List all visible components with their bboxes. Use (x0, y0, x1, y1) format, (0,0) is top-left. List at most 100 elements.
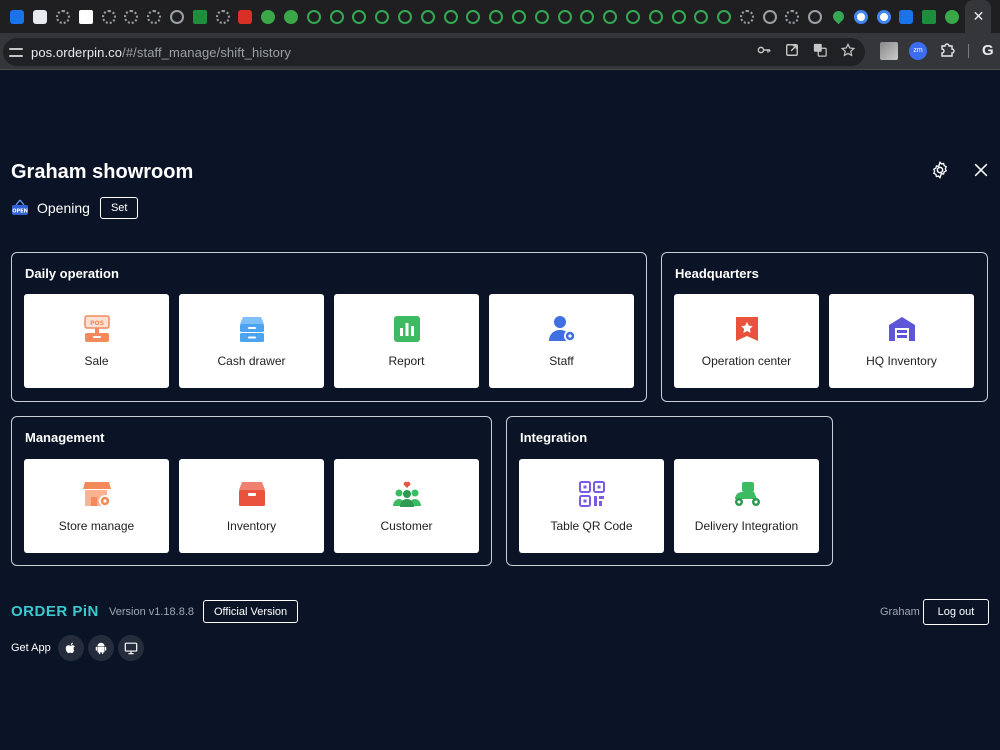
upwork-favicon-icon (945, 9, 960, 24)
hq-inventory-icon (888, 317, 915, 341)
browser-tab[interactable] (188, 0, 211, 33)
browser-tab[interactable] (394, 0, 417, 33)
cash-drawer-card[interactable]: Cash drawer (179, 294, 324, 388)
report-card[interactable]: Report (334, 294, 479, 388)
browser-tab[interactable] (827, 0, 850, 33)
browser-tab[interactable] (576, 0, 599, 33)
browser-tab[interactable] (166, 0, 189, 33)
loading-favicon-icon (124, 9, 139, 24)
browser-tab[interactable] (895, 0, 918, 33)
browser-tab[interactable] (941, 0, 964, 33)
browser-tab[interactable] (758, 0, 781, 33)
bookmark-star-icon[interactable] (840, 42, 856, 57)
browser-tab[interactable] (872, 0, 895, 33)
browser-tab[interactable] (416, 0, 439, 33)
card-label: Delivery Integration (694, 519, 799, 533)
password-key-icon[interactable] (757, 43, 771, 57)
browser-tab[interactable] (849, 0, 872, 33)
card-label: Sale (84, 354, 109, 368)
browser-tab[interactable] (485, 0, 508, 33)
inventory-card[interactable]: Inventory (179, 459, 324, 553)
url-field[interactable]: pos.orderpin.co/#/staff_manage/shift_his… (3, 38, 865, 66)
browser-tab[interactable] (6, 0, 29, 33)
browser-tab[interactable] (553, 0, 576, 33)
browser-tab[interactable] (439, 0, 462, 33)
operation-center-icon (735, 317, 758, 341)
browser-tab[interactable] (325, 0, 348, 33)
browser-tab[interactable] (462, 0, 485, 33)
browser-tab-active[interactable]: ✕ (965, 0, 992, 33)
sheets-favicon-icon (192, 9, 207, 24)
browser-tab[interactable] (302, 0, 325, 33)
browser-tab[interactable] (280, 0, 303, 33)
table-qr-code-card[interactable]: Table QR Code (519, 459, 664, 553)
loading-favicon-icon (557, 9, 572, 24)
operation-center-card[interactable]: Operation center (674, 294, 819, 388)
desktop-app-button[interactable] (118, 635, 144, 661)
loading-favicon-icon (329, 9, 344, 24)
browser-tab[interactable] (644, 0, 667, 33)
official-version-button[interactable]: Official Version (203, 600, 299, 623)
loading-favicon-icon (306, 9, 321, 24)
store-status-text: Opening (37, 200, 90, 216)
delivery-integration-card[interactable]: Delivery Integration (674, 459, 819, 553)
sale-card[interactable]: POS Sale (24, 294, 169, 388)
loading-favicon-icon (375, 9, 390, 24)
globe-favicon-icon (169, 9, 184, 24)
site-settings-icon[interactable] (9, 45, 23, 59)
address-bar: pos.orderpin.co/#/staff_manage/shift_his… (0, 33, 1000, 70)
close-tab-icon[interactable]: ✕ (973, 8, 985, 25)
browser-tab[interactable] (508, 0, 531, 33)
browser-tab[interactable] (371, 0, 394, 33)
url-text: pos.orderpin.co/#/staff_manage/shift_his… (31, 44, 291, 60)
panel-title: Daily operation (25, 266, 119, 281)
browser-tab[interactable] (97, 0, 120, 33)
loading-favicon-icon (352, 9, 367, 24)
loading-favicon-icon (511, 9, 526, 24)
pos-icon: POS (83, 315, 110, 342)
browser-tab[interactable] (781, 0, 804, 33)
browser-tab[interactable] (804, 0, 827, 33)
browser-tab[interactable] (234, 0, 257, 33)
open-in-app-icon[interactable] (785, 43, 799, 57)
browser-tab[interactable] (211, 0, 234, 33)
close-icon[interactable] (971, 160, 991, 180)
set-status-button[interactable]: Set (99, 197, 139, 219)
browser-tab[interactable] (599, 0, 622, 33)
translate-icon[interactable] (813, 43, 827, 57)
extensions-puzzle-icon[interactable] (938, 42, 956, 60)
extension-icon[interactable] (880, 42, 898, 60)
loading-favicon-icon (739, 9, 754, 24)
staff-icon (548, 316, 576, 342)
browser-tab[interactable] (74, 0, 97, 33)
browser-tab[interactable] (530, 0, 553, 33)
browser-tab[interactable] (143, 0, 166, 33)
android-app-button[interactable] (88, 635, 114, 661)
apple-app-button[interactable] (58, 635, 84, 661)
browser-tab[interactable] (736, 0, 759, 33)
loading-favicon-icon (671, 9, 686, 24)
browser-tab[interactable] (667, 0, 690, 33)
google-profile-icon[interactable]: G (982, 42, 1000, 60)
open-sign-icon: OPEN (12, 199, 28, 215)
zoom-extension-icon[interactable]: zm (909, 42, 927, 60)
store-manage-card[interactable]: Store manage (24, 459, 169, 553)
browser-tab[interactable] (29, 0, 52, 33)
browser-tab[interactable] (52, 0, 75, 33)
browser-tab[interactable] (622, 0, 645, 33)
card-label: Cash drawer (217, 354, 286, 368)
logout-button[interactable]: Log out (923, 599, 989, 625)
customer-card[interactable]: Customer (334, 459, 479, 553)
browser-tab[interactable] (257, 0, 280, 33)
settings-gear-icon[interactable] (930, 160, 950, 180)
globe-favicon-icon (762, 9, 777, 24)
staff-card[interactable]: Staff (489, 294, 634, 388)
browser-tab[interactable] (120, 0, 143, 33)
browser-tab[interactable] (918, 0, 941, 33)
hq-inventory-card[interactable]: HQ Inventory (829, 294, 974, 388)
browser-tab[interactable] (348, 0, 371, 33)
card-label: Customer (380, 519, 433, 533)
browser-tab[interactable] (713, 0, 736, 33)
loading-favicon-icon (694, 9, 709, 24)
browser-tab[interactable] (690, 0, 713, 33)
